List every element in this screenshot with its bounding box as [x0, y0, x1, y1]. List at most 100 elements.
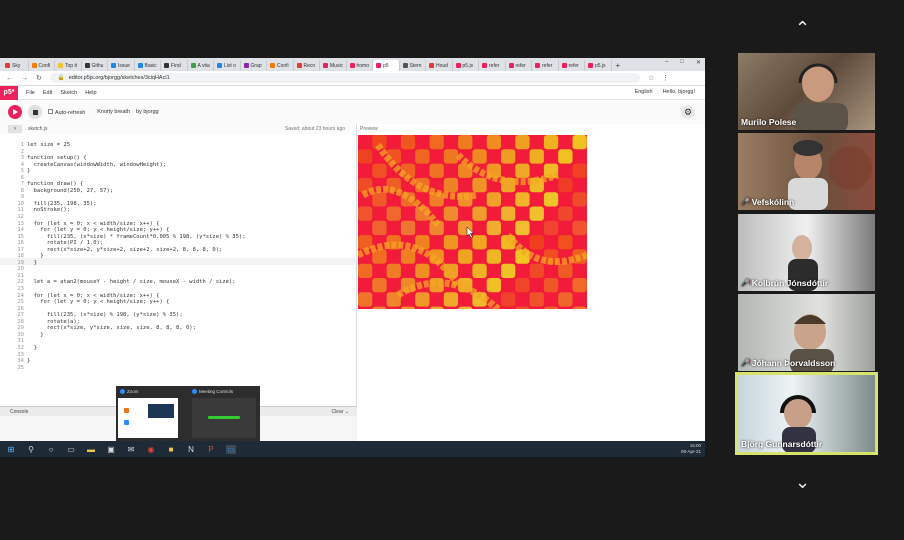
canvas-tile	[515, 220, 530, 236]
canvas-tile	[515, 306, 530, 309]
task-view-icon[interactable]: ▭	[66, 445, 76, 454]
participant-tile[interactable]: Murilo Polese	[738, 53, 875, 130]
browser-tab[interactable]: Grap	[241, 60, 267, 71]
browser-tab[interactable]: refer	[479, 60, 506, 71]
active-speaker-tile[interactable]: Björg Gunnarsdóttir	[735, 372, 878, 455]
file-explorer-icon[interactable]: ▬	[86, 445, 96, 454]
bookmark-star-icon[interactable]: ☆	[648, 74, 654, 82]
code-editor[interactable]: 1 2 3 4 5 6 7 8 9 10 11 12 13 14 15 16 1…	[0, 134, 357, 406]
system-clock[interactable]: 15:00 08-Apr-21	[681, 443, 701, 455]
tab-title: Issue	[118, 62, 130, 69]
search-icon[interactable]: ⚲	[26, 445, 36, 454]
autorefresh-toggle[interactable]: Auto-refresh	[48, 108, 85, 116]
chrome-icon[interactable]: ◉	[146, 445, 156, 454]
browser-tab[interactable]: p5.js	[453, 60, 479, 71]
browser-tab[interactable]: Top it	[55, 60, 82, 71]
canvas-tile	[486, 249, 501, 264]
p5-logo[interactable]: p5*	[0, 85, 18, 100]
forward-icon[interactable]: →	[21, 75, 28, 82]
windows-start-icon[interactable]: ⊞	[6, 445, 16, 454]
browser-tab[interactable]: Confi	[29, 60, 55, 71]
menu-file[interactable]: File	[26, 90, 35, 96]
user-menu[interactable]: Hello, bjorgg!	[663, 89, 695, 95]
tab-title: homo	[356, 62, 370, 69]
scroll-up-chevron-icon[interactable]: ⌃	[795, 18, 810, 39]
browser-tab[interactable]: Sky	[2, 60, 29, 71]
url-field[interactable]: 🔒 editor.p5js.org/bjorgg/sketches/3ciqHA…	[49, 73, 640, 83]
checkbox-icon[interactable]	[48, 108, 53, 114]
play-button[interactable]	[8, 105, 22, 119]
browser-tab[interactable]: A vita	[188, 60, 214, 71]
back-icon[interactable]: ←	[6, 75, 13, 82]
language-select[interactable]: English	[635, 89, 653, 95]
browser-tab[interactable]: Basic	[135, 60, 161, 71]
browser-tab[interactable]: Confi	[267, 60, 294, 71]
participant-tile[interactable]: 🎤̸ Vefskólinn	[738, 133, 875, 210]
code-text[interactable]: let size = 25 function setup() { createC…	[27, 142, 246, 365]
new-tab-button[interactable]: +	[616, 60, 621, 71]
clock-date: 08-Apr-21	[680, 449, 701, 454]
zoom-window-thumbnail[interactable]: Zoom	[116, 386, 188, 441]
stop-button[interactable]	[28, 105, 42, 119]
browser-tab[interactable]: Githu	[82, 60, 108, 71]
zoom-icon-2	[192, 389, 197, 394]
scroll-down-chevron-icon[interactable]: ⌄	[795, 472, 810, 493]
tab-title: A vita	[197, 62, 210, 69]
maximize-icon[interactable]: □	[680, 59, 684, 66]
store-icon[interactable]: ▣	[106, 445, 116, 454]
reload-icon[interactable]: ↻	[36, 74, 42, 82]
browser-tab[interactable]: Recn	[294, 60, 320, 71]
browser-tab[interactable]: Find	[161, 60, 188, 71]
tab-favicon-icon	[164, 63, 169, 68]
browser-tab[interactable]: refer	[532, 60, 559, 71]
mail-icon[interactable]: ✉	[126, 445, 136, 454]
browser-tab[interactable]: Houd	[426, 60, 453, 71]
browser-tab[interactable]: Stern	[400, 60, 426, 71]
menu-sketch[interactable]: Sketch	[60, 90, 77, 96]
tab-favicon-icon	[84, 63, 90, 68]
sidebar-toggle-button[interactable]: ›	[8, 125, 22, 133]
canvas-tile	[472, 149, 487, 164]
notion-icon[interactable]: N	[186, 445, 196, 454]
meeting-controls-thumbnail[interactable]: Meeting Controls	[188, 386, 260, 441]
tab-title: Grap	[250, 62, 262, 69]
app-icon[interactable]: ■	[166, 445, 176, 454]
canvas-tile	[400, 135, 416, 150]
browser-tab[interactable]: p5	[373, 60, 400, 71]
sketch-canvas[interactable]	[358, 135, 587, 309]
tab-favicon-icon	[508, 63, 514, 68]
minimize-icon[interactable]: –	[665, 59, 668, 66]
canvas-tile	[558, 235, 573, 250]
browser-tab[interactable]: List o	[214, 60, 241, 71]
zoom-taskbar-icon[interactable]: ▭	[226, 444, 236, 454]
canvas-tile	[458, 306, 473, 309]
browser-tab[interactable]: refer	[506, 60, 532, 71]
browser-tab[interactable]: p5.js	[585, 60, 612, 71]
canvas-tile	[572, 163, 587, 178]
menu-help[interactable]: Help	[85, 90, 96, 96]
sketch-name[interactable]: Knotty breath	[97, 109, 130, 115]
canvas-tile	[429, 163, 444, 178]
tab-title: Top it	[65, 62, 77, 69]
pane-divider[interactable]	[356, 124, 357, 441]
participant-tile[interactable]: 🎤̸ Kolbrún Jónsdóttir	[738, 214, 875, 291]
menu-edit[interactable]: Edit	[43, 90, 52, 96]
tab-favicon-icon	[455, 63, 461, 68]
browser-tab[interactable]: homo	[347, 60, 373, 71]
settings-gear-icon[interactable]: ⚙	[681, 105, 695, 119]
cortana-icon[interactable]: ○	[46, 445, 56, 454]
console-clear-button[interactable]: Clear ⌄	[331, 409, 349, 415]
browser-tab[interactable]: Music	[320, 60, 347, 71]
browser-tab[interactable]: Issue	[108, 60, 135, 71]
participant-name: Björg Gunnarsdóttir	[741, 439, 822, 449]
canvas-tile	[372, 192, 387, 207]
powerpoint-icon[interactable]: P	[206, 445, 216, 454]
close-icon[interactable]: ✕	[696, 59, 701, 66]
zoom-thumb-title: Zoom	[120, 389, 139, 394]
extensions-icon[interactable]: ⋮	[662, 74, 669, 82]
browser-tab[interactable]: refer	[559, 60, 585, 71]
canvas-tile	[558, 177, 573, 193]
canvas-tile	[400, 220, 416, 236]
canvas-tile	[400, 249, 416, 264]
participant-tile[interactable]: 🎤̸ Jóhann Þorvaldsson	[738, 294, 875, 371]
